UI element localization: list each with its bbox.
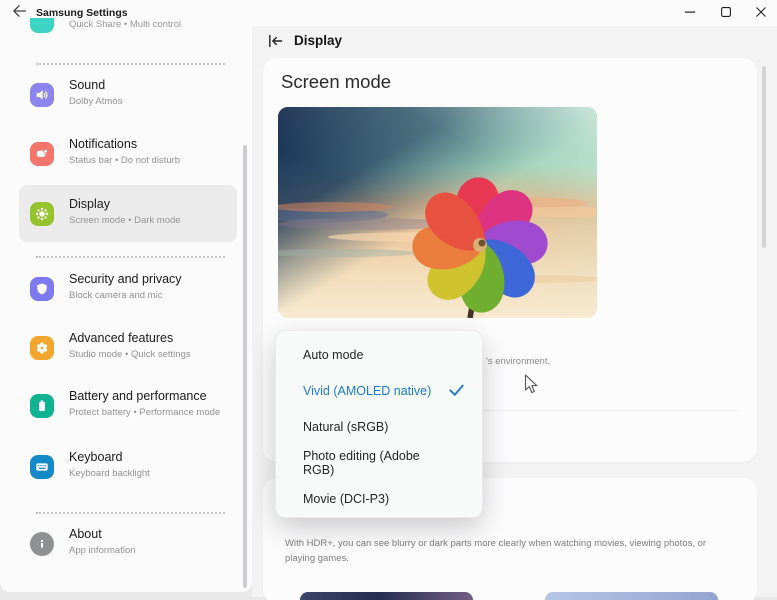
battery-icon bbox=[30, 394, 54, 418]
pinwheel-illustration bbox=[278, 107, 597, 318]
sidebar-item-title: Display bbox=[69, 197, 110, 211]
check-icon bbox=[449, 384, 464, 399]
dropdown-item-label: Photo editing (Adobe RGB) bbox=[303, 449, 420, 477]
sidebar-item-security-and-privacy[interactable]: Security and privacy Block camera and mi… bbox=[19, 260, 237, 317]
sidebar-divider bbox=[36, 256, 225, 258]
minimize-button[interactable] bbox=[675, 0, 705, 26]
screen-mode-preview-image bbox=[278, 107, 597, 318]
sidebar-item-subtitle: Protect battery • Performance mode bbox=[69, 407, 221, 418]
page-title: Display bbox=[294, 33, 343, 48]
sidebar-item-title: Notifications bbox=[69, 137, 138, 151]
sidebar-item-display[interactable]: Display Screen mode • Dark mode bbox=[19, 185, 237, 242]
sidebar-item-subtitle: Block camera and mic bbox=[69, 290, 163, 301]
maximize-icon bbox=[721, 4, 731, 22]
sidebar-item-subtitle: Keyboard backlight bbox=[69, 468, 150, 479]
sidebar-item-advanced-features[interactable]: Advanced features Studio mode • Quick se… bbox=[19, 319, 237, 376]
sidebar-divider bbox=[36, 512, 225, 514]
sidebar-item-subtitle: Screen mode • Dark mode bbox=[69, 215, 181, 226]
dropdown-item-label: Movie (DCI-P3) bbox=[303, 492, 390, 506]
notification-bubble-icon bbox=[30, 142, 54, 166]
main-scrollbar[interactable] bbox=[762, 66, 766, 248]
sidebar-item-peek-subtitle: Quick Share • Multi control bbox=[69, 19, 182, 30]
sidebar-item-notifications[interactable]: Notifications Status bar • Do not distur… bbox=[19, 125, 237, 182]
sidebar-item-subtitle: Studio mode • Quick settings bbox=[69, 349, 191, 360]
sidebar-item-title: Keyboard bbox=[69, 450, 123, 464]
sidebar-item-title: Security and privacy bbox=[69, 272, 182, 286]
screen-mode-description-tail: 's environment. bbox=[486, 356, 551, 367]
sidebar-item-subtitle: App information bbox=[69, 545, 136, 556]
dropdown-item-label: Vivid (AMOLED native) bbox=[303, 384, 432, 398]
keyboard-icon bbox=[30, 455, 54, 479]
speaker-icon bbox=[30, 83, 54, 107]
dropdown-item-photo-editing-adobe-rgb[interactable]: Photo editing (Adobe RGB) bbox=[276, 445, 482, 481]
info-icon bbox=[30, 532, 54, 556]
sidebar-item-title: Advanced features bbox=[69, 331, 174, 345]
dropdown-item-movie-dci-p3[interactable]: Movie (DCI-P3) bbox=[276, 481, 482, 517]
back-arrow-icon bbox=[12, 4, 27, 23]
shield-icon bbox=[30, 277, 54, 301]
sidebar-divider bbox=[36, 63, 225, 65]
sidebar-item-about[interactable]: About App information bbox=[19, 515, 237, 572]
sidebar-item-title: Battery and performance bbox=[69, 389, 207, 403]
dropdown-item-label: Auto mode bbox=[303, 348, 364, 362]
sidebar-item-subtitle: Status bar • Do not disturb bbox=[69, 155, 181, 166]
hdr-off-preview-image bbox=[300, 592, 473, 600]
samsung-settings-window: Samsung Settings Quick Share • Multi con… bbox=[0, 0, 777, 600]
dropdown-item-vivid-amoled-native[interactable]: Vivid (AMOLED native) bbox=[276, 373, 482, 409]
collapse-sidebar-icon[interactable] bbox=[266, 32, 284, 50]
hdr-on-preview-image bbox=[545, 592, 718, 600]
dropdown-item-auto-mode[interactable]: Auto mode bbox=[276, 337, 482, 373]
mouse-cursor bbox=[524, 374, 539, 400]
flower-gear-icon bbox=[30, 336, 54, 360]
dropdown-item-natural-srgb[interactable]: Natural (sRGB) bbox=[276, 409, 482, 445]
sidebar-item-title: Sound bbox=[69, 78, 106, 92]
screen-mode-dropdown-menu: Auto mode Vivid (AMOLED native) Natural … bbox=[275, 330, 483, 518]
connected-devices-icon[interactable] bbox=[30, 18, 54, 33]
sidebar-item-title: About bbox=[69, 527, 102, 541]
hdr-description: With HDR+, you can see blurry or dark pa… bbox=[285, 538, 707, 564]
close-icon bbox=[756, 4, 766, 22]
sidebar-item-sound[interactable]: Sound Dolby Atmos bbox=[19, 66, 237, 123]
minimize-icon bbox=[685, 4, 695, 22]
sidebar-item-subtitle: Dolby Atmos bbox=[69, 96, 123, 107]
maximize-button[interactable] bbox=[711, 0, 741, 26]
sidebar-item-keyboard[interactable]: Keyboard Keyboard backlight bbox=[19, 438, 237, 495]
close-button[interactable] bbox=[746, 0, 776, 26]
back-button[interactable] bbox=[8, 4, 30, 22]
sidebar-scrollbar[interactable] bbox=[243, 145, 247, 588]
display-sun-icon bbox=[30, 202, 54, 226]
sidebar-item-battery-and-performance[interactable]: Battery and performance Protect battery … bbox=[19, 377, 237, 434]
dropdown-item-label: Natural (sRGB) bbox=[303, 420, 389, 434]
screen-mode-heading: Screen mode bbox=[281, 71, 392, 92]
